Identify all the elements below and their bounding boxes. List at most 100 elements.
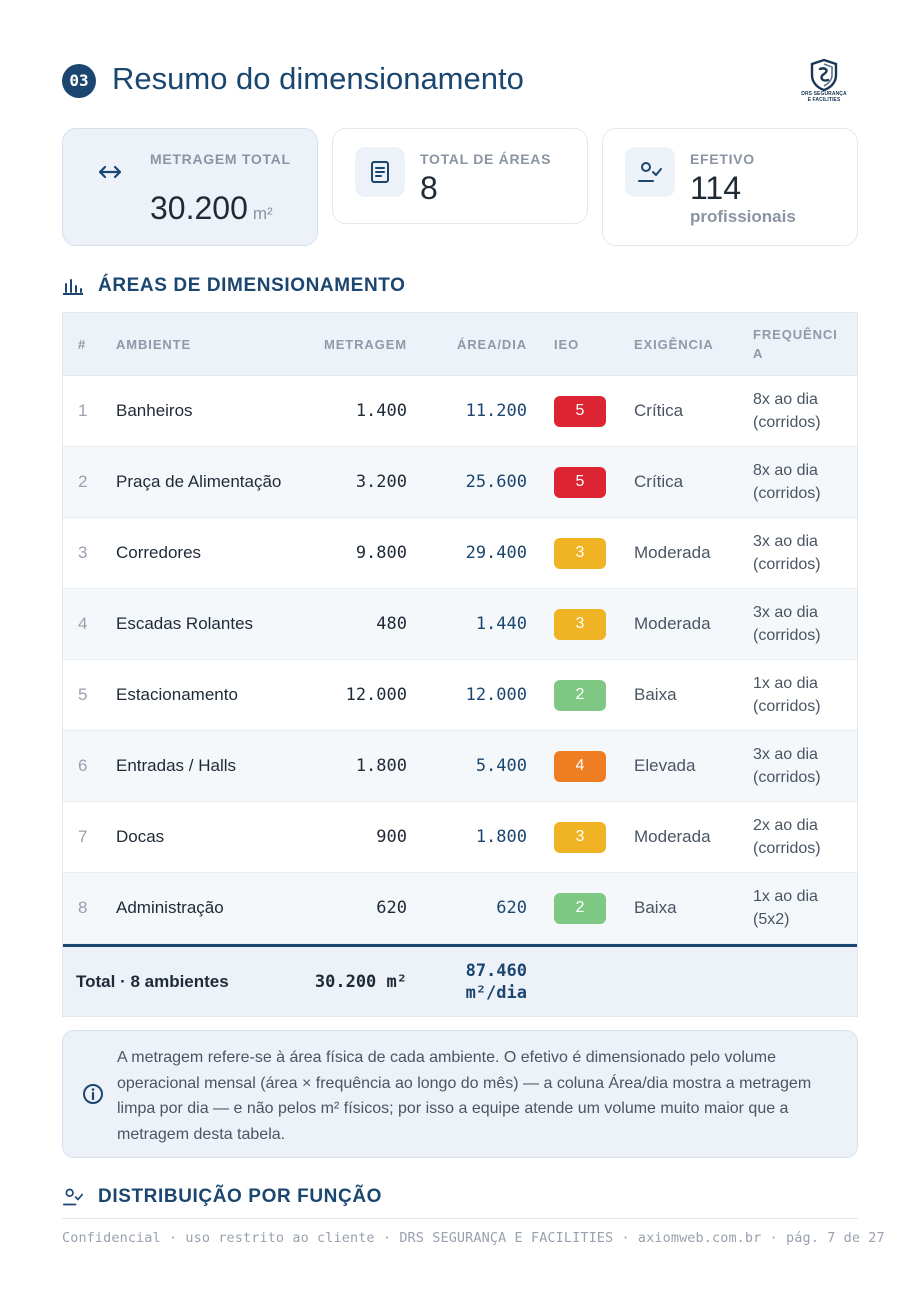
kpi-value: 8 [420,170,438,206]
row-ambiente: Administração [116,898,224,917]
row-frequencia: 8x ao dia (corridos) [753,462,821,502]
row-ambiente: Estacionamento [116,685,238,704]
row-frequencia: 1x ao dia (corridos) [753,675,821,715]
row-number: 5 [78,685,88,704]
page-footer: Confidencial · uso restrito ao cliente ·… [62,1230,885,1246]
row-ieo-cell: 3 [554,518,606,588]
row-frequencia: 8x ao dia (corridos) [753,391,821,431]
header-number: # [78,336,87,352]
user-check-icon [625,147,675,197]
info-note: A metragem refere-se à área física de ca… [62,1030,858,1158]
kpi-card-total-areas: TOTAL DE ÁREAS 8 [332,128,588,224]
kpi-unit: m² [252,204,273,223]
page-title: Resumo do dimensionamento [112,61,524,96]
logo-text-line2: E FACILITIES [807,96,841,103]
bar-chart-icon [63,279,83,295]
table-row: 6 Entradas / Halls 1.800 5.400 4 Elevada 3x ao… [63,731,857,802]
row-ieo-cell: 2 [554,873,606,943]
row-ambiente: Entradas / Halls [116,756,236,775]
ieo-badge: 3 [554,537,606,569]
row-exigencia: Crítica [634,472,684,491]
header-exigencia: EXIGÊNCIA [634,336,714,352]
row-ieo-cell: 3 [554,802,606,872]
table-header-row: # AMBIENTE METRAGEM ÁREA/DIA IEO EXIGÊNC… [63,313,857,376]
row-ambiente: Corredores [116,543,202,562]
total-label: Total · 8 ambientes [76,971,229,991]
arrows-horizontal-icon [85,147,135,197]
table-row: 3 Corredores 9.800 29.400 3 Moderada 3x ao dia… [63,518,857,589]
page-header: 03 Resumo do dimensionamento DRS SEGURAN… [62,58,858,108]
info-icon [83,1084,103,1104]
row-ieo-cell: 5 [554,376,606,446]
row-frequencia: 3x ao dia (corridos) [753,533,821,573]
note-text: A metragem refere-se à área física de ca… [117,1049,812,1143]
kpi-card-metragem: METRAGEM TOTAL 30.200 m² [62,128,318,246]
shield-logo-icon [810,58,838,92]
footer-divider [62,1218,858,1219]
kpi-value: 114 [690,170,742,206]
row-area-dia: 1.800 [475,827,527,847]
total-metragem: 30.200 m² [314,971,407,992]
row-ieo-cell: 4 [554,731,606,801]
ieo-badge: 3 [554,821,606,853]
kpi-label: METRAGEM TOTAL [150,151,291,167]
table-row: 5 Estacionamento 12.000 12.000 2 Baixa 1x ao d… [63,660,857,731]
kpi-value-number: 30.200 [150,190,248,226]
company-logo: DRS SEGURANÇA E FACILITIES [800,58,848,108]
row-area-dia: 29.400 [465,543,527,563]
table-row: 1 Banheiros 1.400 11.200 5 Crítica 8x ao dia (… [63,376,857,447]
table-row: 2 Praça de Alimentação 3.200 25.600 5 Crítica… [63,447,857,518]
row-ambiente: Praça de Alimentação [116,472,282,491]
header-ieo: IEO [554,336,580,352]
ieo-badge: 4 [554,750,606,782]
row-exigencia: Moderada [634,543,711,562]
row-ieo-cell: 5 [554,447,606,517]
kpi-value: 30.200 m² [150,190,273,227]
row-exigencia: Baixa [634,685,677,704]
row-metragem: 3.200 [355,472,407,492]
row-ambiente: Docas [116,827,165,846]
row-metragem: 1.800 [355,756,407,776]
table-body: 1 Banheiros 1.400 11.200 5 Crítica 8x ao dia (… [63,376,857,944]
row-area-dia: 25.600 [465,472,527,492]
kpi-label: TOTAL DE ÁREAS [420,151,552,167]
user-check-icon [62,1188,83,1206]
ieo-badge: 3 [554,608,606,640]
ieo-badge: 2 [554,679,606,711]
row-ambiente: Banheiros [116,401,193,420]
row-exigencia: Elevada [634,756,696,775]
row-area-dia: 11.200 [465,401,527,421]
row-number: 8 [78,898,88,917]
row-number: 3 [78,543,88,562]
row-frequencia: 2x ao dia (corridos) [753,817,821,857]
section-heading-areas: ÁREAS DE DIMENSIONAMENTO [62,274,406,298]
total-area-cell: 87.460 m²/dia [413,947,527,1016]
row-metragem: 480 [376,614,407,634]
table-row: 4 Escadas Rolantes 480 1.440 3 Moderada 3x ao … [63,589,857,660]
ieo-badge: 5 [554,466,606,498]
row-metragem: 12.000 [345,685,407,705]
section-heading-distribution: DISTRIBUIÇÃO POR FUNÇÃO [62,1185,382,1209]
total-area-dia: 87.460 m²/dia [465,960,527,1003]
row-ieo-cell: 3 [554,589,606,659]
kpi-subtitle: profissionais [690,207,796,226]
row-area-dia: 1.440 [475,614,527,634]
row-number: 7 [78,827,88,846]
section-title: ÁREAS DE DIMENSIONAMENTO [98,275,406,296]
row-frequencia: 3x ao dia (corridos) [753,746,821,786]
header-ambiente: AMBIENTE [116,336,192,352]
row-metragem: 900 [376,827,407,847]
table-total-row: Total · 8 ambientes 30.200 m² 87.460 m²/… [63,944,857,1016]
row-area-dia: 5.400 [475,756,527,776]
ieo-badge: 5 [554,395,606,427]
areas-table: # AMBIENTE METRAGEM ÁREA/DIA IEO EXIGÊNC… [62,312,858,1017]
row-frequencia: 1x ao dia (5x2) [753,888,818,928]
row-number: 1 [78,401,88,420]
section-number-badge: 03 [62,64,96,98]
document-icon [355,147,405,197]
row-area-dia: 12.000 [465,685,527,705]
row-exigencia: Moderada [634,614,711,633]
header-area-dia: ÁREA/DIA [456,336,527,352]
row-exigencia: Moderada [634,827,711,846]
section-title: DISTRIBUIÇÃO POR FUNÇÃO [98,1186,383,1207]
